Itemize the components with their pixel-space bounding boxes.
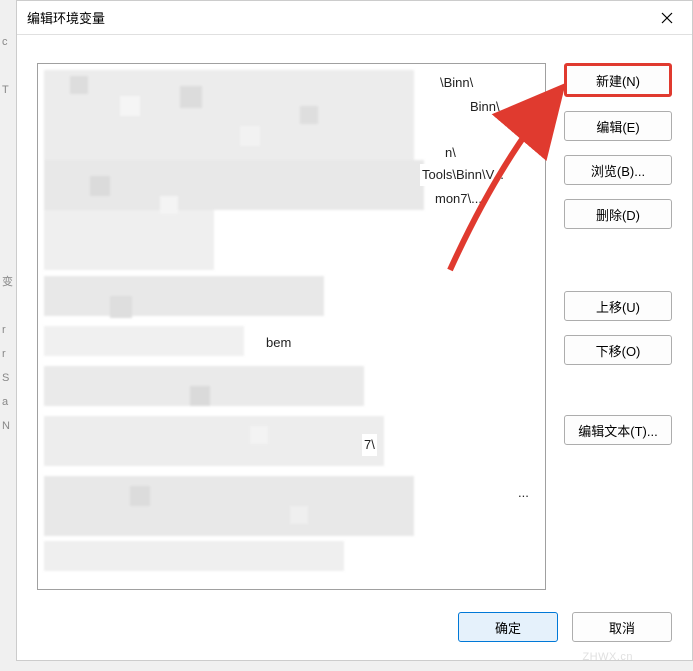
background-left-edge: c T 变 rrSaN	[0, 30, 16, 671]
list-item-fragment: Binn\	[468, 96, 502, 118]
list-item-fragment: Tools\Binn\V...	[420, 164, 506, 186]
list-item-fragment: ...	[516, 482, 531, 504]
browse-button[interactable]: 浏览(B)...	[564, 155, 672, 185]
delete-button[interactable]: 删除(D)	[564, 199, 672, 229]
content-area: \Binn\ Binn\ n\ Tools\Binn\V... mon7\...…	[17, 35, 692, 602]
new-button[interactable]: 新建(N)	[564, 63, 672, 97]
list-item-fragment: bem	[264, 332, 293, 354]
edit-text-button[interactable]: 编辑文本(T)...	[564, 415, 672, 445]
close-icon	[661, 12, 673, 24]
edit-button[interactable]: 编辑(E)	[564, 111, 672, 141]
list-item-fragment: 7\	[362, 434, 377, 456]
list-item-fragment: \Binn\	[438, 72, 475, 94]
path-list-scroll[interactable]: \Binn\ Binn\ n\ Tools\Binn\V... mon7\...…	[38, 64, 545, 589]
side-buttons: 新建(N) 编辑(E) 浏览(B)... 删除(D) 上移(U) 下移(O) 编…	[564, 63, 672, 590]
move-up-button[interactable]: 上移(U)	[564, 291, 672, 321]
cancel-button[interactable]: 取消	[572, 612, 672, 642]
list-item-fragment: n\	[443, 142, 458, 164]
titlebar: 编辑环境变量	[17, 1, 692, 35]
move-down-button[interactable]: 下移(O)	[564, 335, 672, 365]
path-list[interactable]: \Binn\ Binn\ n\ Tools\Binn\V... mon7\...…	[37, 63, 546, 590]
close-button[interactable]	[652, 5, 682, 31]
edit-env-variable-dialog: 编辑环境变量	[16, 0, 693, 661]
list-item-fragment: mon7\...	[433, 188, 484, 210]
ok-button[interactable]: 确定	[458, 612, 558, 642]
watermark: ZHWX.cn	[582, 651, 633, 663]
dialog-title: 编辑环境变量	[27, 8, 652, 27]
